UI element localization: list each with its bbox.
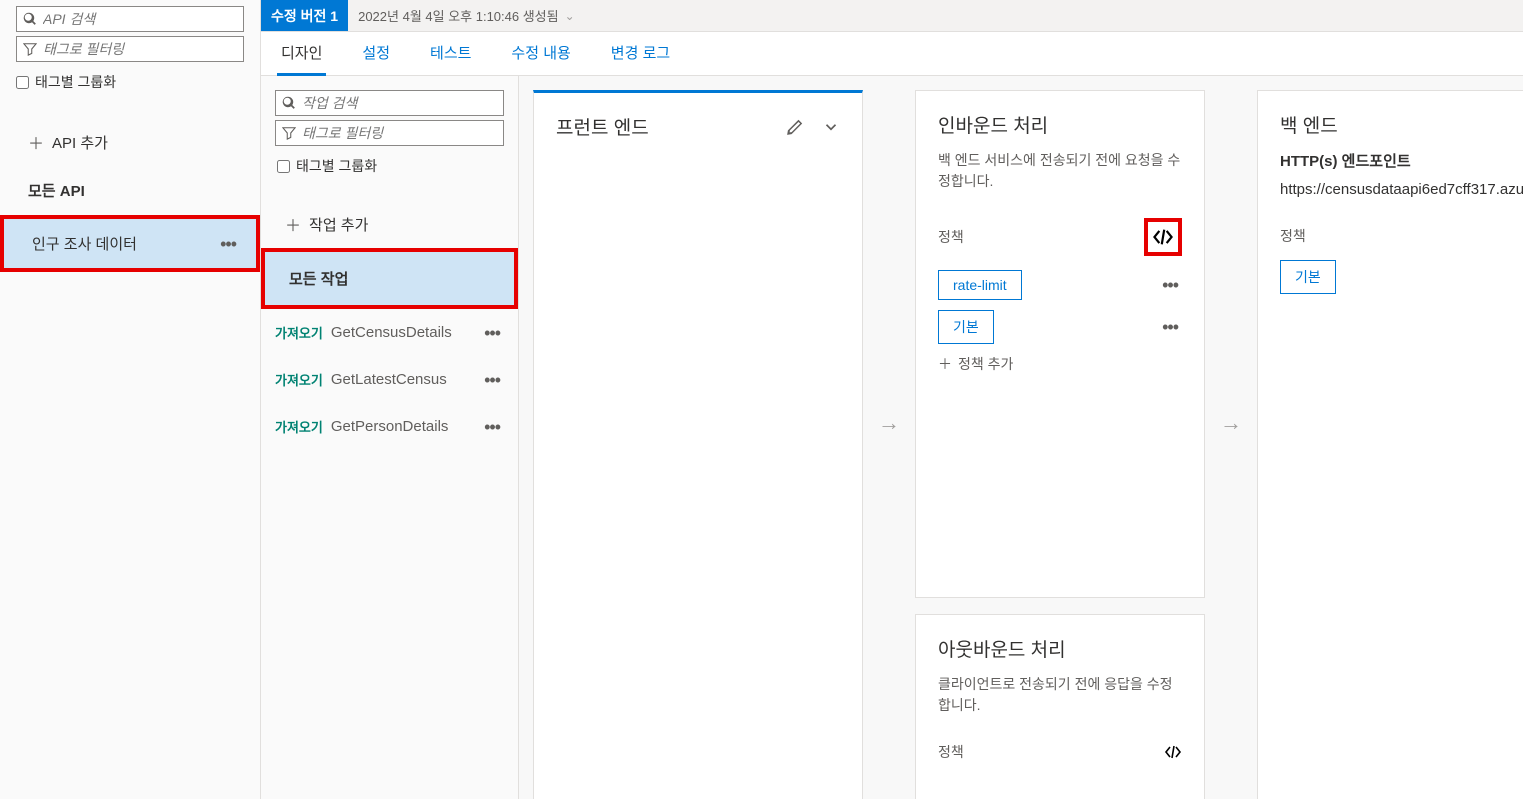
outbound-desc: 클라이언트로 전송되기 전에 응답을 수정합니다.: [938, 674, 1182, 716]
backend-title: 백 엔드: [1280, 111, 1338, 138]
backend-policy-label: 정책: [1280, 226, 1306, 246]
backend-endpoint-label: HTTP(s) 엔드포인트: [1280, 150, 1523, 171]
revision-date-text: 2022년 4월 4일 오후 1:10:46 생성됨: [358, 6, 559, 25]
op-method: 가져오기: [275, 417, 323, 436]
api-item-label: 인구 조사 데이터: [32, 233, 137, 254]
op-more-icon[interactable]: •••: [480, 324, 504, 342]
search-icon: [282, 96, 296, 110]
api-sidebar: 태그별 그룹화 ＋ API 추가 모든 API 인구 조사 데이터 •••: [0, 0, 261, 799]
content-row: 태그별 그룹화 ＋ 작업 추가 모든 작업 가져오기 GetCensusDeta…: [261, 76, 1523, 799]
frontend-title: 프런트 엔드: [556, 113, 649, 140]
code-icon-highlighted[interactable]: [1144, 218, 1182, 256]
arrow-icon: →: [1219, 90, 1243, 436]
frontend-panel: 프런트 엔드: [533, 90, 863, 799]
revision-date[interactable]: 2022년 4월 4일 오후 1:10:46 생성됨 ⌄: [348, 0, 585, 31]
policy-more-icon[interactable]: •••: [1158, 318, 1182, 336]
outbound-panel: 아웃바운드 처리 클라이언트로 전송되기 전에 응답을 수정합니다. 정책: [915, 614, 1205, 799]
inbound-policy-label: 정책: [938, 227, 964, 247]
operation-item[interactable]: 가져오기 GetLatestCensus •••: [261, 356, 518, 403]
policy-chip-rate-limit[interactable]: rate-limit: [938, 270, 1022, 300]
operations-sidebar: 태그별 그룹화 ＋ 작업 추가 모든 작업 가져오기 GetCensusDeta…: [261, 76, 519, 799]
inbound-title: 인바운드 처리: [938, 111, 1048, 138]
add-api-button[interactable]: ＋ API 추가: [0, 118, 260, 166]
api-filter[interactable]: [16, 36, 244, 62]
op-filter-input[interactable]: [302, 125, 497, 141]
op-more-icon[interactable]: •••: [480, 418, 504, 436]
search-icon: [23, 12, 37, 26]
add-operation-button[interactable]: ＋ 작업 추가: [261, 200, 518, 248]
api-group-label: 태그별 그룹화: [35, 72, 116, 92]
inbound-panel: 인바운드 처리 백 엔드 서비스에 전송되기 전에 요청을 수정합니다. 정책 …: [915, 90, 1205, 598]
policy-more-icon[interactable]: •••: [1158, 276, 1182, 294]
api-item-selected[interactable]: 인구 조사 데이터 •••: [0, 215, 260, 272]
api-search-input[interactable]: [43, 11, 237, 27]
tab-settings[interactable]: 설정: [358, 32, 394, 76]
all-apis-item[interactable]: 모든 API: [0, 166, 260, 215]
plus-icon: ＋: [28, 130, 44, 154]
op-search-input[interactable]: [302, 95, 497, 111]
op-method: 가져오기: [275, 370, 323, 389]
outbound-title: 아웃바운드 처리: [938, 635, 1066, 662]
add-op-label: 작업 추가: [309, 214, 368, 235]
api-more-icon[interactable]: •••: [216, 235, 240, 253]
add-policy-button[interactable]: ＋ 정책 추가: [938, 354, 1182, 374]
op-name: GetPersonDetails: [331, 418, 449, 435]
filter-icon: [23, 42, 37, 56]
api-group-by-tag[interactable]: 태그별 그룹화: [0, 66, 260, 98]
backend-panel: 백 엔드 HTTP(s) 엔드포인트 https://censusdataapi…: [1257, 90, 1523, 799]
api-filter-input[interactable]: [43, 41, 237, 57]
backend-endpoint-url: https://censusdataapi6ed7cff317.azureweb…: [1280, 181, 1523, 198]
api-search[interactable]: [16, 6, 244, 32]
api-group-checkbox[interactable]: [16, 76, 29, 89]
main-panel: 수정 버전 1 2022년 4월 4일 오후 1:10:46 생성됨 ⌄ 디자인…: [261, 0, 1523, 799]
tab-test[interactable]: 테스트: [426, 32, 475, 76]
op-search[interactable]: [275, 90, 504, 116]
operation-item[interactable]: 가져오기 GetPersonDetails •••: [261, 403, 518, 450]
add-api-label: API 추가: [52, 132, 108, 153]
tab-revisions[interactable]: 수정 내용: [507, 32, 574, 76]
op-name: GetCensusDetails: [331, 324, 452, 341]
op-more-icon[interactable]: •••: [480, 371, 504, 389]
tabs: 디자인 설정 테스트 수정 내용 변경 로그: [261, 32, 1523, 76]
edit-icon[interactable]: [786, 118, 804, 136]
chevron-down-icon: ⌄: [565, 9, 575, 23]
chevron-down-icon[interactable]: [822, 118, 840, 136]
plus-icon: ＋: [938, 354, 952, 374]
op-group-checkbox[interactable]: [277, 160, 290, 173]
op-group-by-tag[interactable]: 태그별 그룹화: [261, 150, 518, 182]
op-method: 가져오기: [275, 323, 323, 342]
add-policy-label: 정책 추가: [958, 354, 1013, 374]
op-filter[interactable]: [275, 120, 504, 146]
inbound-desc: 백 엔드 서비스에 전송되기 전에 요청을 수정합니다.: [938, 150, 1182, 192]
arrow-icon: →: [877, 90, 901, 436]
policy-chip-base[interactable]: 기본: [1280, 260, 1336, 294]
plus-icon: ＋: [285, 212, 301, 236]
filter-icon: [282, 126, 296, 140]
revision-bar: 수정 버전 1 2022년 4월 4일 오후 1:10:46 생성됨 ⌄: [261, 0, 1523, 32]
tab-design[interactable]: 디자인: [277, 32, 326, 76]
operation-item[interactable]: 가져오기 GetCensusDetails •••: [261, 309, 518, 356]
revision-badge[interactable]: 수정 버전 1: [261, 0, 348, 31]
op-name: GetLatestCensus: [331, 371, 447, 388]
outbound-policy-label: 정책: [938, 742, 964, 762]
op-group-label: 태그별 그룹화: [296, 156, 377, 176]
code-icon[interactable]: [1164, 743, 1182, 761]
tab-changelog[interactable]: 변경 로그: [607, 32, 674, 76]
policy-chip-base[interactable]: 기본: [938, 310, 994, 344]
detail-area: 프런트 엔드 →: [519, 76, 1523, 799]
all-operations-item[interactable]: 모든 작업: [261, 248, 518, 309]
